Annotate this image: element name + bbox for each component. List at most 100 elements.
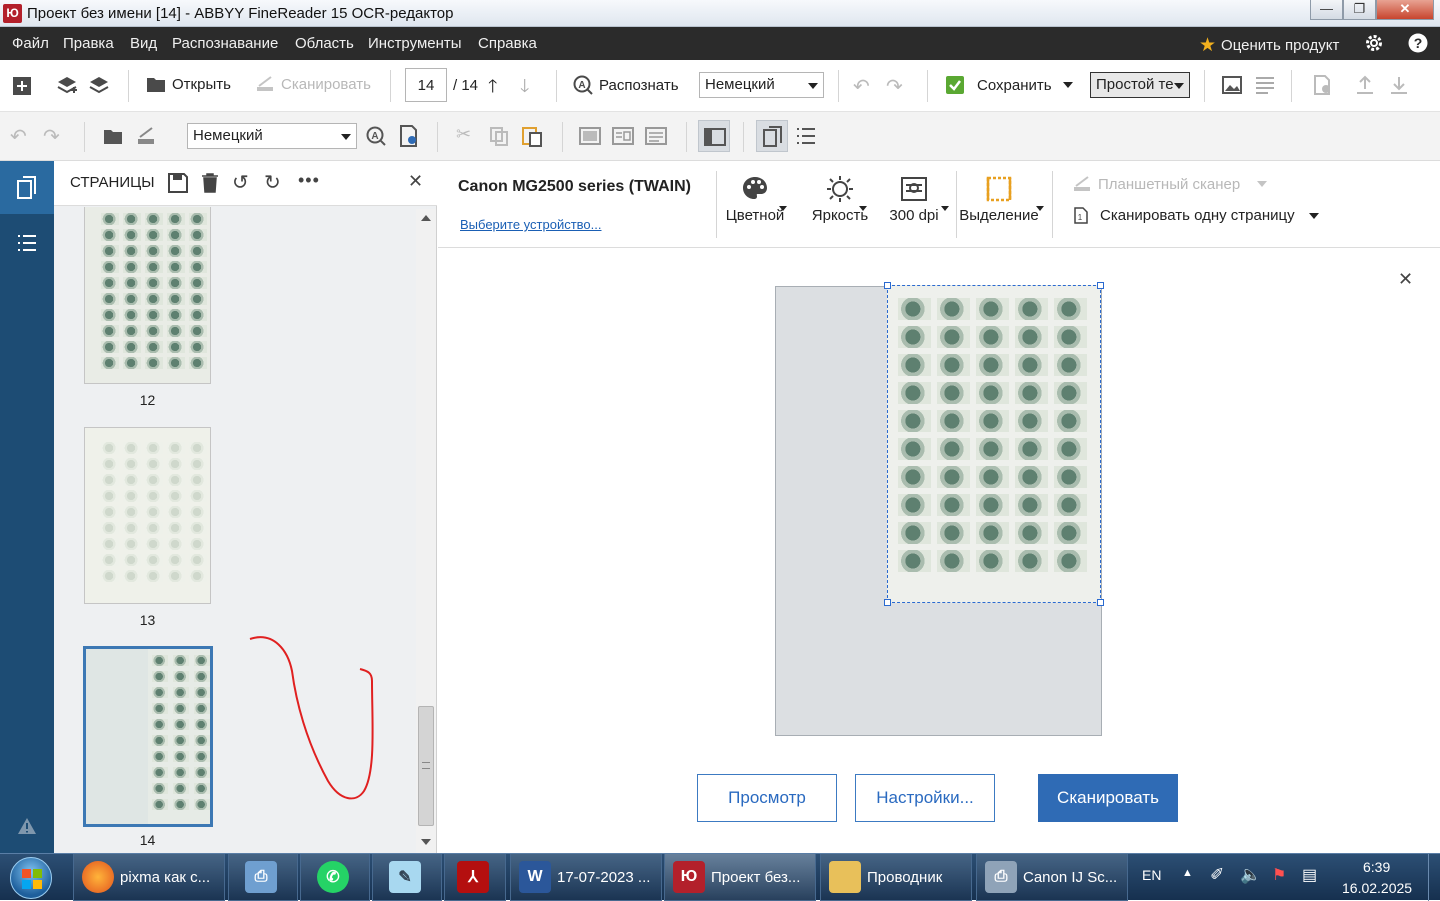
brightness-dropdown-arrow-icon[interactable] <box>859 206 867 211</box>
menu-area[interactable]: Область <box>295 35 354 52</box>
scan-secondary-icon[interactable] <box>136 126 156 146</box>
pages-view-button[interactable] <box>756 120 788 152</box>
selection-handle-top-left[interactable] <box>884 282 891 289</box>
page-number-input[interactable]: 14 <box>405 68 447 102</box>
scan-mode-dropdown-arrow-icon[interactable] <box>1309 213 1319 219</box>
table-area-icon[interactable] <box>645 127 667 145</box>
scroll-up-arrow-icon[interactable] <box>421 215 431 221</box>
selection-handle-top-right[interactable] <box>1097 282 1104 289</box>
taskbar-explorer[interactable]: Проводник <box>820 854 972 901</box>
help-icon[interactable]: ? <box>1408 33 1428 53</box>
cut-icon[interactable]: ✂ <box>456 124 471 145</box>
color-mode-option[interactable]: Цветной <box>720 175 790 224</box>
show-hidden-icons-icon[interactable]: ▲ <box>1182 867 1193 879</box>
flatbed-dropdown-arrow-icon[interactable] <box>1257 181 1267 187</box>
close-scan-panel-icon[interactable]: ✕ <box>1398 269 1413 290</box>
save-button[interactable]: Сохранить <box>945 75 1052 95</box>
recognize-button[interactable]: A Распознать <box>573 75 679 95</box>
page-thumbnail-14[interactable] <box>83 646 213 827</box>
taskbar-word[interactable]: W 17-07-2023 ... <box>510 854 662 901</box>
volume-icon[interactable]: 🔈 <box>1240 865 1261 885</box>
recognize-secondary-icon[interactable]: A <box>366 126 386 146</box>
menu-help[interactable]: Справка <box>478 35 537 52</box>
scan-toolbar-button[interactable]: Сканировать <box>255 75 371 93</box>
outline-list-icon[interactable] <box>17 234 37 252</box>
clock-date[interactable]: 16.02.2025 <box>1342 880 1412 896</box>
redo-icon[interactable]: ↷ <box>886 74 903 99</box>
next-page-arrow-icon[interactable]: 🡓 <box>520 74 529 104</box>
save-pages-icon[interactable] <box>168 173 188 193</box>
flag-alert-icon[interactable]: ⚑ <box>1272 865 1286 885</box>
menu-recognition[interactable]: Распознавание <box>172 35 278 52</box>
language-select[interactable]: Немецкий <box>699 72 824 98</box>
taskbar-whatsapp[interactable]: ✆ <box>300 854 370 901</box>
rotate-right-icon[interactable]: ↻ <box>264 170 281 195</box>
paste-icon[interactable] <box>521 125 543 147</box>
scroll-down-arrow-icon[interactable] <box>421 839 431 845</box>
list-view-icon[interactable] <box>796 127 816 145</box>
show-desktop-button[interactable] <box>1428 854 1440 901</box>
prev-page-arrow-icon[interactable]: 🡑 <box>488 74 497 104</box>
layers-icon[interactable] <box>88 75 110 97</box>
resolution-dropdown-arrow-icon[interactable] <box>941 206 949 211</box>
clock-time[interactable]: 6:39 <box>1363 859 1390 875</box>
pen-tray-icon[interactable]: ✐ <box>1210 865 1224 885</box>
panel-layout-button[interactable] <box>698 120 730 152</box>
start-button[interactable] <box>10 857 52 899</box>
menu-view[interactable]: Вид <box>130 35 157 52</box>
scan-button[interactable]: Сканировать <box>1038 774 1178 822</box>
gear-icon[interactable] <box>1364 33 1384 53</box>
undo-secondary-icon[interactable]: ↶ <box>10 124 27 149</box>
close-window-button[interactable]: ✕ <box>1376 0 1434 20</box>
delete-page-icon[interactable] <box>201 173 219 193</box>
menu-tools[interactable]: Инструменты <box>368 35 462 52</box>
selection-option[interactable]: Выделение <box>958 175 1040 224</box>
selection-handle-bottom-right[interactable] <box>1097 599 1104 606</box>
text-lines-icon[interactable] <box>1255 76 1275 94</box>
add-layers-icon[interactable] <box>56 75 78 97</box>
undo-icon[interactable]: ↶ <box>853 74 870 99</box>
taskbar-scanner-app[interactable]: ⎙ <box>228 854 298 901</box>
selection-dropdown-arrow-icon[interactable] <box>1036 206 1044 211</box>
open-button[interactable]: Открыть <box>146 75 231 93</box>
taskbar-canon-ij[interactable]: ⎙ Canon IJ Sc... <box>976 854 1128 901</box>
page-thumbnail-13[interactable] <box>84 427 211 604</box>
copy-icon[interactable] <box>489 126 509 146</box>
network-icon[interactable]: ▤ <box>1302 865 1317 885</box>
choose-device-link[interactable]: Выберите устройство... <box>460 217 602 232</box>
save-format-select[interactable]: Простой те <box>1090 72 1190 98</box>
scan-one-page-option[interactable]: 1 Сканировать одну страницу <box>1074 207 1295 224</box>
close-panel-icon[interactable]: ✕ <box>408 171 423 192</box>
minimize-button[interactable]: — <box>1310 0 1343 20</box>
scan-selection-rectangle[interactable] <box>887 285 1101 603</box>
color-dropdown-arrow-icon[interactable] <box>779 206 787 211</box>
image-icon[interactable] <box>1222 76 1242 94</box>
rotate-left-icon[interactable]: ↺ <box>232 170 249 195</box>
resolution-option[interactable]: 300 dpi <box>883 175 945 224</box>
taskbar-notepad[interactable]: ✎ <box>372 854 442 901</box>
language-indicator[interactable]: EN <box>1142 867 1161 883</box>
open-folder-icon[interactable] <box>103 127 123 145</box>
selection-handle-bottom-left[interactable] <box>884 599 891 606</box>
recognize-page-icon[interactable] <box>398 125 420 147</box>
rate-product-link[interactable]: ★ Оценить продукт <box>1199 34 1339 57</box>
more-options-icon[interactable]: ••• <box>298 170 320 191</box>
page-thumbnail-12[interactable] <box>84 207 211 384</box>
menu-edit[interactable]: Правка <box>63 35 114 52</box>
language-select-secondary[interactable]: Немецкий <box>187 123 357 149</box>
save-dropdown-arrow-icon[interactable] <box>1063 82 1073 88</box>
brightness-option[interactable]: Яркость <box>800 175 880 224</box>
export-down-icon[interactable] <box>1389 75 1409 95</box>
picture-area-icon[interactable] <box>579 127 601 145</box>
taskbar-finereader[interactable]: Ю Проект без... <box>664 854 816 901</box>
pages-scrollbar[interactable] <box>416 209 436 853</box>
flatbed-scanner-option[interactable]: Планшетный сканер <box>1072 175 1240 193</box>
taskbar-firefox[interactable]: pixma как с... <box>73 854 225 901</box>
settings-button[interactable]: Настройки... <box>855 774 995 822</box>
preview-button[interactable]: Просмотр <box>697 774 837 822</box>
redo-secondary-icon[interactable]: ↷ <box>43 124 60 149</box>
menu-file[interactable]: Файл <box>12 35 49 52</box>
text-area-icon[interactable] <box>612 127 634 145</box>
taskbar-pdf[interactable]: ⅄ <box>444 854 506 901</box>
pages-panel-tab[interactable] <box>0 161 54 214</box>
